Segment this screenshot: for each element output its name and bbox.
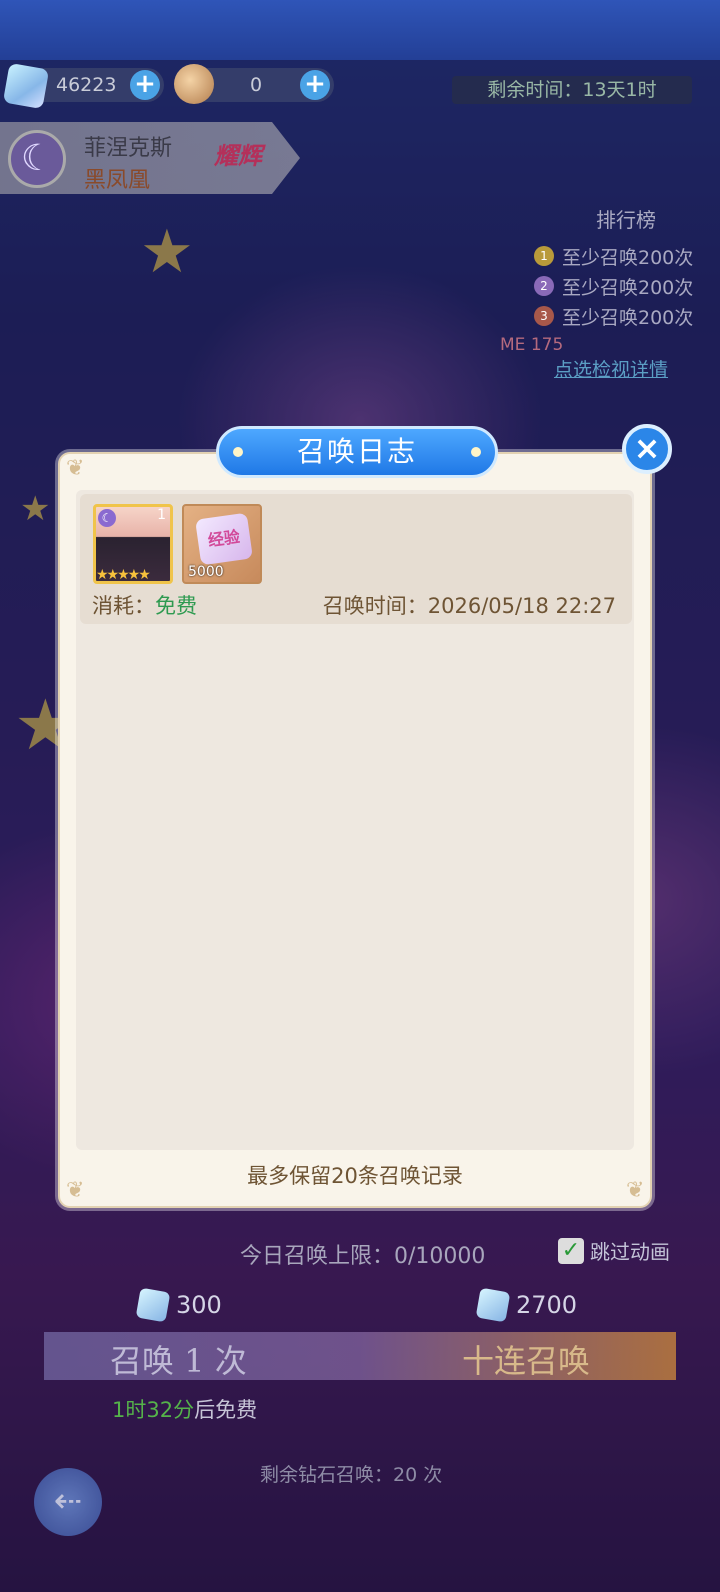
bead-ornament <box>471 447 481 457</box>
summon-once-button[interactable]: 召唤 1 次 <box>110 1336 247 1382</box>
item-quantity: 5000 <box>188 564 224 580</box>
bead-ornament <box>233 447 243 457</box>
skip-animation-toggle[interactable]: ✓ 跳过动画 <box>558 1236 670 1265</box>
ranking-title: 排行榜 <box>596 208 656 232</box>
event-timer: 剩余时间：13天1时 <box>452 76 692 104</box>
remaining-summons: 剩余钻石召唤：20 次 <box>260 1464 443 1486</box>
ranking-details-link[interactable]: 点选检视详情 <box>554 355 710 382</box>
hero-name: 菲涅克斯 <box>84 136 173 161</box>
hero-subtitle: 黑凤凰 <box>84 168 151 193</box>
close-button[interactable]: × <box>622 424 672 474</box>
top-bar <box>0 0 720 60</box>
moon-element-icon: ☾ <box>8 130 66 188</box>
rank-3-icon: 3 <box>534 306 554 326</box>
rarity-badge: 耀辉 <box>214 142 262 170</box>
log-footnote: 最多保留20条召唤记录 <box>247 1164 463 1188</box>
bird-ticket-icon <box>174 64 214 104</box>
summon-ten-button[interactable]: 十连召唤 <box>462 1336 590 1382</box>
daily-limit: 今日召唤上限：0/10000 <box>240 1244 486 1269</box>
checkbox-checked-icon[interactable]: ✓ <box>558 1237 584 1264</box>
ranking-panel: 排行榜 1 至少召唤200次 2 至少召唤200次 3 至少召唤200次 ME 175… <box>500 204 710 382</box>
add-tickets-button[interactable]: + <box>300 70 330 100</box>
ranking-row: 3 至少召唤200次 <box>534 301 710 331</box>
hero-nameplate[interactable]: ☾ 菲涅克斯 黑凤凰 耀辉 <box>0 122 300 194</box>
modal-title: 召唤日志 <box>216 426 498 478</box>
character-card[interactable]: ☾ 1 ★★★★★ <box>93 504 173 584</box>
gem-icon <box>475 1287 511 1323</box>
ticket-count: 0 <box>250 74 263 96</box>
free-summon-timer: 1时32分后免费 <box>112 1398 258 1422</box>
skip-animation-label: 跳过动画 <box>590 1240 670 1264</box>
gem-count: 46223 <box>56 74 117 96</box>
exp-item-card[interactable]: 经验 5000 <box>182 504 262 584</box>
exp-crystal-icon: 经验 <box>195 512 253 566</box>
moon-element-icon: ☾ <box>98 509 116 527</box>
rank-2-icon: 2 <box>534 276 554 296</box>
add-gems-button[interactable]: + <box>130 70 160 100</box>
corner-ornament: ❦ <box>66 456 85 481</box>
ranking-row: 2 至少召唤200次 <box>534 271 710 301</box>
rank-1-icon: 1 <box>534 246 554 266</box>
record-time: 召唤时间：2026/05/18 22:27 <box>322 594 616 618</box>
back-button[interactable]: ⇠ <box>34 1468 102 1536</box>
ranking-row: 1 至少召唤200次 <box>534 241 710 271</box>
record-cost: 消耗：免费 <box>92 594 197 618</box>
star-rating: ★★★★★ <box>96 567 151 583</box>
gem-icon <box>2 62 50 110</box>
log-record: ☾ 1 ★★★★★ 经验 5000 消耗：免费 召唤时间：2026/05/18 … <box>80 494 632 624</box>
character-level: 1 <box>157 507 166 523</box>
single-summon-cost: 300 <box>135 1287 222 1323</box>
ten-summon-cost: 2700 <box>475 1287 577 1323</box>
gem-icon <box>135 1287 171 1323</box>
my-rank: ME 175 <box>500 335 564 355</box>
